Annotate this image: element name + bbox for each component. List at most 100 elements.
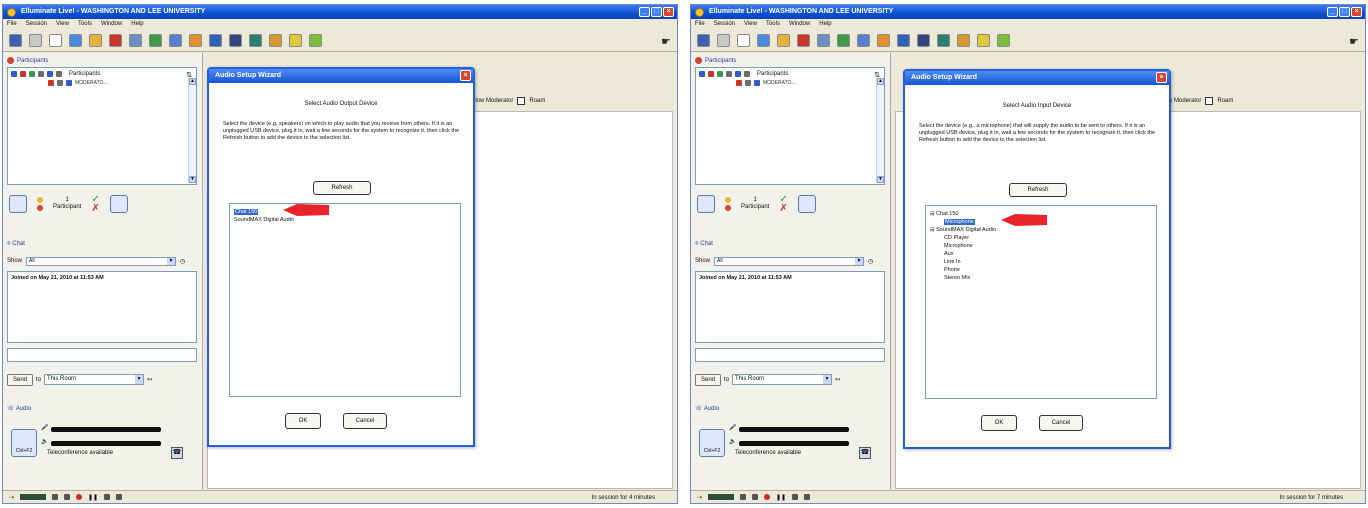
notes-icon[interactable] <box>977 34 990 47</box>
participants-column-header[interactable]: Participants <box>757 71 788 77</box>
pointer-tool-icon[interactable]: ☛ <box>1349 35 1359 48</box>
whiteboard-icon[interactable] <box>49 34 62 47</box>
menu-help[interactable]: Help <box>131 19 143 30</box>
share-icon[interactable] <box>169 34 182 47</box>
tree-leaf[interactable]: Phone <box>930 266 1152 274</box>
lock-icon[interactable] <box>104 494 111 500</box>
grid-icon[interactable] <box>64 494 71 500</box>
timer-icon[interactable] <box>269 34 282 47</box>
refresh-button[interactable]: Refresh <box>1009 183 1067 197</box>
close-icon[interactable]: × <box>460 70 471 81</box>
screen-icon[interactable] <box>149 34 162 47</box>
audio-section-header[interactable]: ☏ Audio <box>695 405 719 412</box>
app-share-icon[interactable] <box>877 34 890 47</box>
grid-icon[interactable] <box>752 494 759 500</box>
pointer-icon[interactable] <box>797 34 810 47</box>
exit-button[interactable] <box>797 195 816 213</box>
scroll-down-icon[interactable]: ▼ <box>189 176 196 183</box>
step-away-icon[interactable] <box>725 205 731 211</box>
private-chat-icon[interactable]: ↤ <box>147 376 152 383</box>
close-icon[interactable]: × <box>663 7 674 17</box>
menu-file[interactable]: File <box>7 19 17 30</box>
menu-view[interactable]: View <box>56 19 69 30</box>
smile-icon[interactable] <box>37 197 43 203</box>
presentation-icon[interactable] <box>817 34 830 47</box>
chat-input[interactable] <box>695 348 885 362</box>
folder-icon[interactable] <box>89 34 102 47</box>
participant-row[interactable]: MODERATO... <box>48 80 108 86</box>
print-icon[interactable] <box>29 34 42 47</box>
maximize-icon[interactable]: □ <box>651 7 662 17</box>
chevron-down-icon[interactable]: ▼ <box>135 375 144 384</box>
clock-icon[interactable]: ◷ <box>180 258 185 265</box>
talk-button[interactable]: Ctrl+F2 <box>699 429 725 457</box>
timer-icon[interactable] <box>957 34 970 47</box>
chevron-down-icon[interactable]: ▼ <box>167 257 176 265</box>
participants-section-header[interactable]: Participants <box>695 57 736 64</box>
tree-leaf[interactable]: Line In <box>930 258 1152 266</box>
record-icon[interactable] <box>764 494 771 500</box>
save-icon[interactable] <box>9 34 22 47</box>
chat-section-header[interactable]: ⌾ Chat <box>695 241 713 248</box>
whiteboard-icon[interactable] <box>737 34 750 47</box>
minimize-icon[interactable]: _ <box>1327 7 1338 17</box>
lock-icon[interactable] <box>792 494 799 500</box>
folder-icon[interactable] <box>777 34 790 47</box>
cancel-button[interactable]: Cancel <box>343 413 387 429</box>
mic-level-meter[interactable] <box>739 427 849 432</box>
pause-icon[interactable]: ❚❚ <box>776 494 786 501</box>
telephone-icon[interactable]: ☎ <box>859 447 871 459</box>
menu-window[interactable]: Window <box>789 19 810 30</box>
users-icon[interactable] <box>209 34 222 47</box>
refresh-button[interactable]: Refresh <box>313 181 371 195</box>
chevron-down-icon[interactable]: ▼ <box>823 375 832 384</box>
presentation-icon[interactable] <box>129 34 142 47</box>
menu-help[interactable]: Help <box>819 19 831 30</box>
chevron-down-icon[interactable]: ▼ <box>855 257 864 265</box>
load-icon[interactable] <box>69 34 82 47</box>
chat-input[interactable] <box>7 348 197 362</box>
menu-tools[interactable]: Tools <box>766 19 780 30</box>
exit-button[interactable] <box>109 195 128 213</box>
participants-column-header[interactable]: Participants <box>69 71 100 77</box>
tree-leaf[interactable]: Stereo Mix <box>930 274 1152 282</box>
room-select[interactable]: This Room ▼ <box>44 374 145 385</box>
raise-hand-button[interactable] <box>9 195 27 213</box>
graph-icon[interactable] <box>309 34 322 47</box>
participant-row[interactable]: MODERATO... <box>736 80 796 86</box>
pause-icon[interactable]: ❚❚ <box>88 494 98 501</box>
maximize-icon[interactable]: □ <box>1339 7 1350 17</box>
home-icon[interactable] <box>804 494 811 500</box>
menu-view[interactable]: View <box>744 19 757 30</box>
tree-leaf[interactable]: CD Player <box>930 234 1152 242</box>
pointer-icon[interactable] <box>109 34 122 47</box>
users-icon[interactable] <box>897 34 910 47</box>
screen-icon[interactable] <box>837 34 850 47</box>
scroll-up-icon[interactable]: ▲ <box>877 78 884 85</box>
load-icon[interactable] <box>757 34 770 47</box>
send-button[interactable]: Send <box>7 373 33 386</box>
tree-node[interactable]: ⊟ SoundMAX Digital Audio <box>930 226 1152 234</box>
speaker-level-meter[interactable] <box>51 441 161 446</box>
app-share-icon[interactable] <box>189 34 202 47</box>
scroll-up-icon[interactable]: ▲ <box>189 78 196 85</box>
menu-file[interactable]: File <box>695 19 705 30</box>
participants-section-header[interactable]: Participants <box>7 57 48 64</box>
cross-icon[interactable]: ✗ <box>91 204 99 214</box>
private-chat-icon[interactable]: ↤ <box>835 376 840 383</box>
show-filter-select[interactable]: All ▼ <box>26 256 177 266</box>
audio-section-header[interactable]: ☏ Audio <box>7 405 31 412</box>
record-icon[interactable] <box>76 494 83 500</box>
speaker-level-meter[interactable] <box>739 441 849 446</box>
ok-button[interactable]: OK <box>285 413 321 429</box>
graph-icon[interactable] <box>997 34 1010 47</box>
tree-leaf[interactable]: Microphone <box>930 242 1152 250</box>
telephone-icon[interactable]: ☎ <box>171 447 183 459</box>
chat-section-header[interactable]: ⌾ Chat <box>7 241 25 248</box>
smile-icon[interactable] <box>725 197 731 203</box>
mic-level-meter[interactable] <box>51 427 161 432</box>
close-icon[interactable]: × <box>1156 72 1167 83</box>
device-tree[interactable]: ⊟ Chat 150 Microphone ⊟ SoundMAX Digital… <box>925 205 1157 399</box>
group-icon[interactable] <box>229 34 242 47</box>
share-icon[interactable] <box>857 34 870 47</box>
